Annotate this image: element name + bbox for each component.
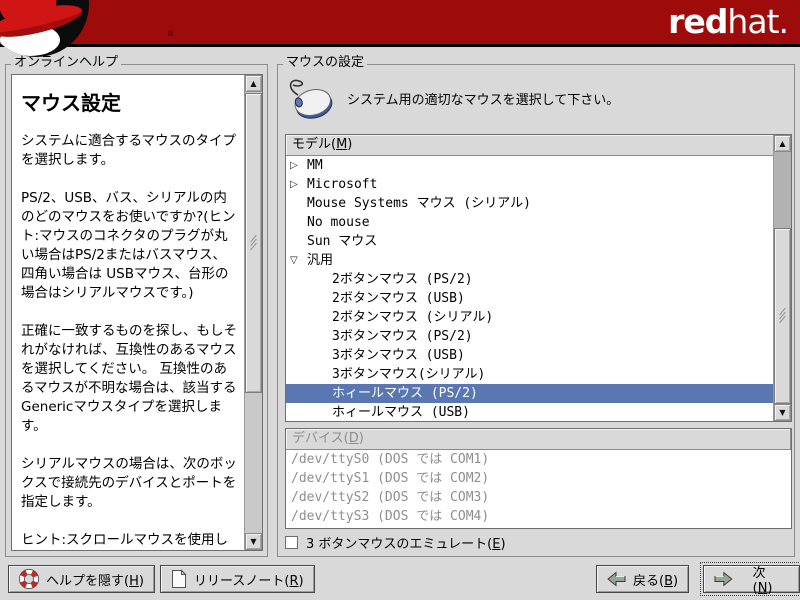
model-row-label: Mouse Systems マウス (シリアル) [307,196,531,211]
model-row[interactable]: 2ボタンマウス (シリアル) [286,308,774,327]
expander-open-icon[interactable]: ▽ [290,251,307,270]
document-icon [172,569,187,588]
emulate-3button-row[interactable]: 3 ボタンマウスのエミュレート(E) [285,533,506,552]
model-column-header[interactable]: モデル(M) [286,135,774,156]
scroll-down-icon[interactable]: ▼ [774,404,791,421]
model-row[interactable]: ▽ 汎用 [286,251,774,270]
help-paragraph: PS/2、USB、バス、シリアルの内のどのマウスをお使いですか?(ヒント:マウス… [21,190,236,301]
emulate-3button-checkbox[interactable] [285,536,298,549]
model-list: モデル(M) ▷ MM ▷ Microsoft Mouse Systems マウス (シ… [285,134,792,422]
device-list-body: /dev/ttyS0 (DOS では COM1) /dev/ttyS1 (DOS … [286,450,791,528]
model-header-close: ) [347,137,353,152]
device-header-close: ) [358,431,364,446]
scrollbar-grip [246,234,261,251]
help-paragraph: ヒント:スクロールマウスを使用している場合、 互換マウスタイプとしてMSインテリ… [21,532,229,548]
model-row[interactable]: 2ボタンマウス (USB) [286,289,774,308]
device-row: /dev/ttyS0 (DOS では COM1) [291,452,490,467]
device-row: /dev/ttyS2 (DOS では COM3) [291,490,490,505]
arrow-left-icon [607,571,626,587]
model-row[interactable]: 3ボタンマウス (PS/2) [286,327,774,346]
scrollbar-grip [775,307,790,324]
release-notes-button[interactable]: リリースノート(R) [160,565,315,593]
back-button[interactable]: 戻る(B) [596,565,690,593]
model-row[interactable]: Sun マウス [286,232,774,251]
model-row[interactable]: 3ボタンマウス(シリアル) [286,365,774,384]
hide-help-label: ヘルプを隠す(H) [46,573,144,589]
model-scrollbar-thumb[interactable] [774,228,791,404]
model-row[interactable]: ホィールマウス (USB) [286,403,774,421]
device-row: /dev/ttyS3 (DOS では COM4) [291,509,490,524]
redhat-wordmark-bold: red [668,2,728,41]
model-row[interactable]: 3ボタンマウス (USB) [286,346,774,365]
model-row-label: Sun マウス [307,234,378,249]
model-row[interactable]: ▷ Microsoft [286,175,774,194]
model-row-label: MM [307,158,323,173]
mouse-settings-frame: マウスの設定 システム用の適切なマウスを選択して下さい。 モデル(M) ▷ MM ▷… [277,56,795,557]
emulate-label-text: 3 ボタンマウスのエミュレート( [306,537,493,552]
next-label: 次(N) [752,566,773,596]
help-content: マウス設定 システムに適合するマウスのタイプを選択します。 PS/2、USB、バス… [12,75,244,550]
model-header-text: モデル( [292,137,337,152]
emulate-label-close: ) [500,537,506,552]
help-viewport: マウス設定 システムに適合するマウスのタイプを選択します。 PS/2、USB、バス… [11,74,263,551]
help-scrollbar[interactable]: ▲ ▼ [244,75,262,550]
model-scrollbar-trough[interactable] [774,152,791,228]
expander-closed-icon[interactable]: ▷ [290,175,307,194]
lifesaver-icon [19,569,39,589]
model-row-label: 汎用 [307,253,334,268]
model-row-label: ホィールマウス (PS/2) [332,386,478,401]
online-help-frame: オンラインヘルプ マウス設定 システムに適合するマウスのタイプを選択します。 PS… [5,56,268,557]
hide-help-button[interactable]: ヘルプを隠す(H) [8,565,155,593]
emulate-3button-label: 3 ボタンマウスのエミュレート(E) [306,533,506,552]
mouse-icon [289,79,333,119]
expander-closed-icon[interactable]: ▷ [290,156,307,175]
model-row-label: No mouse [307,215,370,230]
scroll-up-icon[interactable]: ▲ [245,75,262,92]
model-row-label: 3ボタンマウス(シリアル) [332,367,486,382]
device-list: デバイス(D) /dev/ttyS0 (DOS では COM1)/dev/tty… [285,428,792,529]
back-label: 戻る(B) [633,573,679,589]
release-notes-label: リリースノート(R) [194,573,304,589]
device-column-header: デバイス(D) [286,429,791,450]
instruction-row: システム用の適切なマウスを選択して下さい。 [285,77,619,119]
scroll-down-icon[interactable]: ▼ [245,533,262,550]
model-header-mnemonic: M [336,137,348,152]
model-row[interactable]: ▷ MM [286,156,774,175]
model-row-label: 2ボタンマウス (シリアル) [332,310,494,325]
next-button[interactable]: 次(N) [700,562,800,596]
device-row: /dev/ttyS1 (DOS では COM2) [291,471,490,486]
help-title: マウス設定 [21,91,121,115]
model-row[interactable]: 2ボタンマウス (PS/2) [286,270,774,289]
model-row[interactable]: No mouse [286,213,774,232]
help-paragraph: 正確に一致するものを探し、もしそれがなければ、互換性のあるマウスを選択してくださ… [21,323,237,434]
model-row-label: 3ボタンマウス (USB) [332,348,465,363]
scroll-up-icon[interactable]: ▲ [774,135,791,152]
model-row-label: 3ボタンマウス (PS/2) [332,329,473,344]
help-paragraph: シリアルマウスの場合は、次のボックスで接続先のデバイスとポートを指定します。 [21,456,237,510]
model-scrollbar[interactable]: ▲ ▼ [773,135,791,421]
instruction-text: システム用の適切なマウスを選択して下さい。 [347,92,620,108]
redhat-shadowman-logo-icon [0,0,89,57]
redhat-wordmark: redhat. [668,1,789,43]
model-row-label: 2ボタンマウス (USB) [332,291,465,306]
mouse-settings-frame-label: マウスの設定 [283,56,368,70]
help-scrollbar-thumb[interactable] [245,93,262,393]
redhat-wordmark-light: hat. [727,2,789,41]
arrow-right-icon [714,571,733,587]
device-header-mnemonic: D [348,431,359,446]
model-row-label: ホィールマウス (USB) [332,405,470,420]
model-row-label: Microsoft [307,177,378,192]
help-paragraphs: システムに適合するマウスのタイプを選択します。 PS/2、USB、バス、シリアルの… [21,132,238,550]
model-row[interactable]: ホィールマウス (PS/2) [286,384,774,403]
registered-trademark: ® [167,30,174,38]
model-list-body: ▷ MM ▷ Microsoft Mouse Systems マウス (シリアル) No … [286,156,774,421]
device-header-text: デバイス( [292,431,349,446]
model-row-label: 2ボタンマウス (PS/2) [332,272,473,287]
model-row[interactable]: Mouse Systems マウス (シリアル) [286,194,774,213]
help-paragraph: システムに適合するマウスのタイプを選択します。 [21,133,237,168]
